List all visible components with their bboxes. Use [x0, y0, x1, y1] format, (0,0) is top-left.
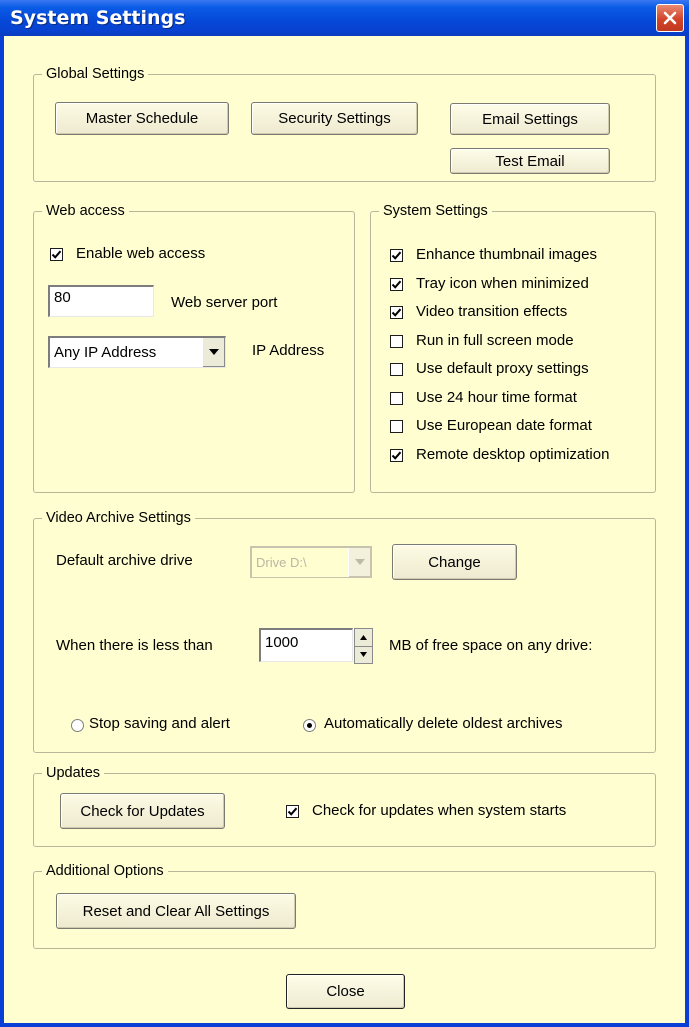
- system-option-label: Enhance thumbnail images: [416, 246, 597, 263]
- web-server-port-label: Web server port: [171, 294, 278, 311]
- spinner-down-button[interactable]: [355, 647, 372, 663]
- window-close-button[interactable]: [656, 4, 684, 32]
- dialog-body: Global Settings Master Schedule Security…: [4, 36, 685, 1023]
- check-mark-icon: [51, 250, 62, 259]
- system-option-label: Use 24 hour time format: [416, 388, 577, 406]
- close-icon: [663, 11, 677, 25]
- video-archive-legend: Video Archive Settings: [42, 510, 195, 527]
- auto-delete-label: Automatically delete oldest archives: [324, 715, 563, 732]
- check-for-updates-button[interactable]: Check for Updates: [60, 793, 225, 829]
- chevron-down-icon: [209, 349, 219, 355]
- system-option-checkbox[interactable]: [390, 306, 403, 319]
- ip-address-dropdown-button[interactable]: [202, 338, 225, 367]
- additional-options-legend: Additional Options: [42, 863, 168, 880]
- enable-web-access-label: Enable web access: [76, 245, 206, 262]
- archive-drive-select: Drive D:\: [250, 546, 372, 578]
- settings-window: System Settings Global Settings Master S…: [0, 0, 689, 1027]
- ip-address-selected: Any IP Address: [54, 344, 157, 361]
- system-option-label: Remote desktop optimization: [416, 445, 610, 463]
- system-option-checkbox[interactable]: [390, 391, 403, 405]
- system-option-checkbox[interactable]: [390, 334, 403, 348]
- security-settings-button[interactable]: Security Settings: [251, 102, 418, 135]
- threshold-spinner[interactable]: [354, 628, 373, 664]
- system-option-label: Video transition effects: [416, 303, 568, 320]
- title-bar[interactable]: System Settings: [0, 0, 689, 36]
- change-drive-button[interactable]: Change: [392, 544, 517, 580]
- system-option-checkbox[interactable]: [390, 277, 403, 291]
- spinner-up-button[interactable]: [355, 629, 372, 647]
- master-schedule-button[interactable]: Master Schedule: [55, 102, 229, 135]
- check-mark-icon: [391, 251, 402, 260]
- system-option-label: Run in full screen mode: [416, 331, 574, 349]
- ip-address-select[interactable]: Any IP Address: [48, 336, 226, 368]
- test-email-button[interactable]: Test Email: [450, 148, 610, 174]
- free-space-label: MB of free space on any drive:: [389, 637, 593, 654]
- auto-check-updates-label: Check for updates when system starts: [312, 802, 567, 819]
- global-settings-legend: Global Settings: [42, 66, 149, 83]
- auto-check-updates-checkbox[interactable]: [286, 805, 299, 818]
- system-option-checkbox[interactable]: [390, 363, 403, 376]
- check-mark-icon: [391, 308, 402, 317]
- check-mark-icon: [391, 280, 402, 289]
- web-server-port-input[interactable]: 80: [48, 285, 154, 317]
- system-option-label: Use European date format: [416, 417, 592, 434]
- system-option-checkbox[interactable]: [390, 249, 403, 262]
- auto-delete-radio[interactable]: [303, 719, 316, 732]
- chevron-down-icon: [355, 559, 365, 565]
- window-title: System Settings: [10, 7, 186, 29]
- close-button[interactable]: Close: [286, 974, 405, 1009]
- web-access-legend: Web access: [42, 203, 129, 220]
- less-than-label: When there is less than: [56, 637, 213, 654]
- archive-drive-selected: Drive D:\: [256, 555, 307, 570]
- stop-saving-label: Stop saving and alert: [89, 715, 230, 732]
- spin-down-icon: [360, 652, 367, 657]
- archive-drive-dropdown-button: [348, 548, 371, 577]
- updates-legend: Updates: [42, 765, 105, 782]
- check-mark-icon: [391, 451, 402, 460]
- default-archive-drive-label: Default archive drive: [56, 552, 193, 569]
- system-option-checkbox[interactable]: [390, 420, 403, 433]
- system-option-checkbox[interactable]: [390, 448, 403, 462]
- ip-address-label: IP Address: [252, 342, 325, 359]
- system-option-label: Tray icon when minimized: [416, 274, 589, 292]
- system-option-label: Use default proxy settings: [416, 360, 589, 377]
- enable-web-access-checkbox[interactable]: [50, 248, 63, 261]
- free-space-threshold-input[interactable]: 1000: [259, 628, 353, 662]
- reset-settings-button[interactable]: Reset and Clear All Settings: [56, 893, 296, 929]
- spin-up-icon: [360, 635, 367, 640]
- stop-saving-radio[interactable]: [71, 719, 84, 732]
- system-settings-legend: System Settings: [379, 203, 492, 220]
- email-settings-button[interactable]: Email Settings: [450, 103, 610, 135]
- check-mark-icon: [287, 807, 298, 816]
